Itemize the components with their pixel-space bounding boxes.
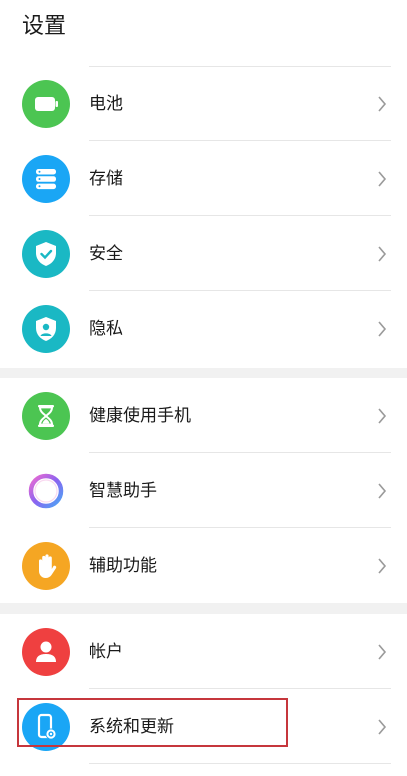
assistant-ring-icon <box>22 466 70 515</box>
chevron-right-icon <box>378 557 387 574</box>
security-shield-icon <box>22 229 70 278</box>
chevron-right-icon <box>378 170 387 187</box>
settings-item-label: 存储 <box>89 168 123 189</box>
hourglass-icon <box>22 391 70 440</box>
divider <box>89 66 391 67</box>
battery-icon <box>22 79 70 128</box>
chevron-right-icon <box>378 320 387 337</box>
settings-item-label: 智慧助手 <box>89 480 157 501</box>
settings-group-assist: 健康使用手机 智慧助手 辅助功能 <box>0 378 407 603</box>
settings-item-battery[interactable]: 电池 <box>0 66 407 141</box>
settings-item-smart-assistant[interactable]: 智慧助手 <box>0 453 407 528</box>
chevron-right-icon <box>378 643 387 660</box>
settings-item-account[interactable]: 帐户 <box>0 614 407 689</box>
account-icon <box>22 627 70 676</box>
settings-item-storage[interactable]: 存储 <box>0 141 407 216</box>
settings-item-privacy[interactable]: 隐私 <box>0 291 407 366</box>
settings-item-label: 系统和更新 <box>89 716 174 737</box>
settings-item-label: 隐私 <box>89 318 123 339</box>
settings-group-device: 电池 存储 安全 隐私 <box>0 66 407 368</box>
settings-item-label: 辅助功能 <box>89 555 157 576</box>
header: 设置 <box>0 0 407 66</box>
settings-item-accessibility[interactable]: 辅助功能 <box>0 528 407 603</box>
settings-item-label: 安全 <box>89 243 123 264</box>
privacy-icon <box>22 304 70 353</box>
chevron-right-icon <box>378 95 387 112</box>
settings-item-label: 帐户 <box>89 641 123 662</box>
storage-icon <box>22 154 70 203</box>
settings-item-system-update[interactable]: 系统和更新 <box>0 689 407 764</box>
chevron-right-icon <box>378 718 387 735</box>
chevron-right-icon <box>378 407 387 424</box>
settings-item-label: 健康使用手机 <box>89 405 191 426</box>
settings-item-security[interactable]: 安全 <box>0 216 407 291</box>
settings-item-digital-balance[interactable]: 健康使用手机 <box>0 378 407 453</box>
settings-group-system: 帐户 系统和更新 <box>0 614 407 776</box>
chevron-right-icon <box>378 482 387 499</box>
settings-item-label: 电池 <box>89 93 123 114</box>
page-title: 设置 <box>22 14 67 39</box>
hand-icon <box>22 541 70 590</box>
system-update-icon <box>22 702 70 751</box>
chevron-right-icon <box>378 245 387 262</box>
divider <box>89 763 391 764</box>
